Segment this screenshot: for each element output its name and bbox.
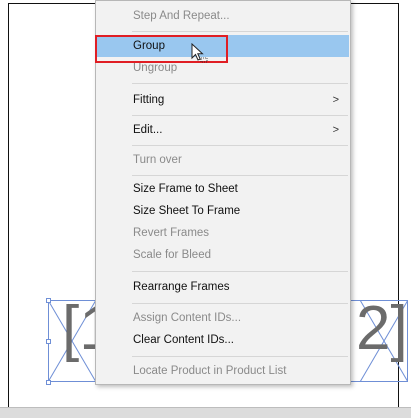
menu-item-size-frame-to-sheet[interactable]: Size Frame to Sheet bbox=[97, 178, 349, 200]
menu-separator bbox=[132, 303, 348, 304]
submenu-arrow-icon: > bbox=[332, 94, 339, 106]
menu-item-rearrange-frames[interactable]: Rearrange Frames bbox=[97, 276, 349, 298]
menu-item-label: Locate Product in Product List bbox=[133, 365, 287, 377]
menu-item-label: Fitting bbox=[133, 94, 165, 106]
menu-item-size-sheet-to-frame[interactable]: Size Sheet To Frame bbox=[97, 200, 349, 222]
frame-handle-top-left[interactable] bbox=[46, 298, 51, 303]
bottom-status-bar bbox=[0, 407, 411, 418]
menu-separator bbox=[132, 31, 348, 32]
menu-item-label: Revert Frames bbox=[133, 227, 210, 239]
menu-separator bbox=[132, 115, 348, 116]
menu-item-scale-for-bleed[interactable]: Scale for Bleed bbox=[97, 244, 349, 266]
menu-item-label: Size Sheet To Frame bbox=[133, 205, 241, 217]
menu-item-label: Assign Content IDs... bbox=[133, 312, 242, 324]
frame-handle-bottom-left[interactable] bbox=[46, 380, 51, 385]
menu-item-locate-product[interactable]: Locate Product in Product List bbox=[97, 360, 349, 382]
submenu-arrow-icon: > bbox=[332, 124, 339, 136]
menu-item-label: Step And Repeat... bbox=[133, 10, 230, 22]
menu-separator bbox=[132, 271, 348, 272]
menu-separator bbox=[132, 145, 348, 146]
menu-item-turn-over[interactable]: Turn over bbox=[97, 149, 349, 171]
menu-item-assign-content-ids[interactable]: Assign Content IDs... bbox=[97, 307, 349, 329]
menu-item-label: Ungroup bbox=[133, 62, 178, 74]
menu-separator bbox=[132, 356, 348, 357]
mouse-pointer-icon bbox=[191, 43, 208, 63]
menu-item-step-and-repeat[interactable]: Step And Repeat... bbox=[97, 5, 349, 27]
canvas-right-glyph: 2] bbox=[356, 294, 408, 363]
menu-item-label: Clear Content IDs... bbox=[133, 334, 234, 346]
frame-handle-mid-left[interactable] bbox=[46, 339, 51, 344]
menu-item-edit[interactable]: Edit... > bbox=[97, 119, 349, 141]
menu-item-label: Rearrange Frames bbox=[133, 281, 230, 293]
menu-item-label: Scale for Bleed bbox=[133, 249, 211, 261]
menu-item-revert-frames[interactable]: Revert Frames bbox=[97, 222, 349, 244]
menu-item-fitting[interactable]: Fitting > bbox=[97, 89, 349, 111]
menu-item-label: Size Frame to Sheet bbox=[133, 183, 238, 195]
menu-item-label: Edit... bbox=[133, 124, 163, 136]
menu-item-label: Turn over bbox=[133, 154, 182, 166]
menu-separator bbox=[132, 83, 348, 84]
menu-separator bbox=[132, 175, 348, 176]
menu-item-clear-content-ids[interactable]: Clear Content IDs... bbox=[97, 329, 349, 351]
